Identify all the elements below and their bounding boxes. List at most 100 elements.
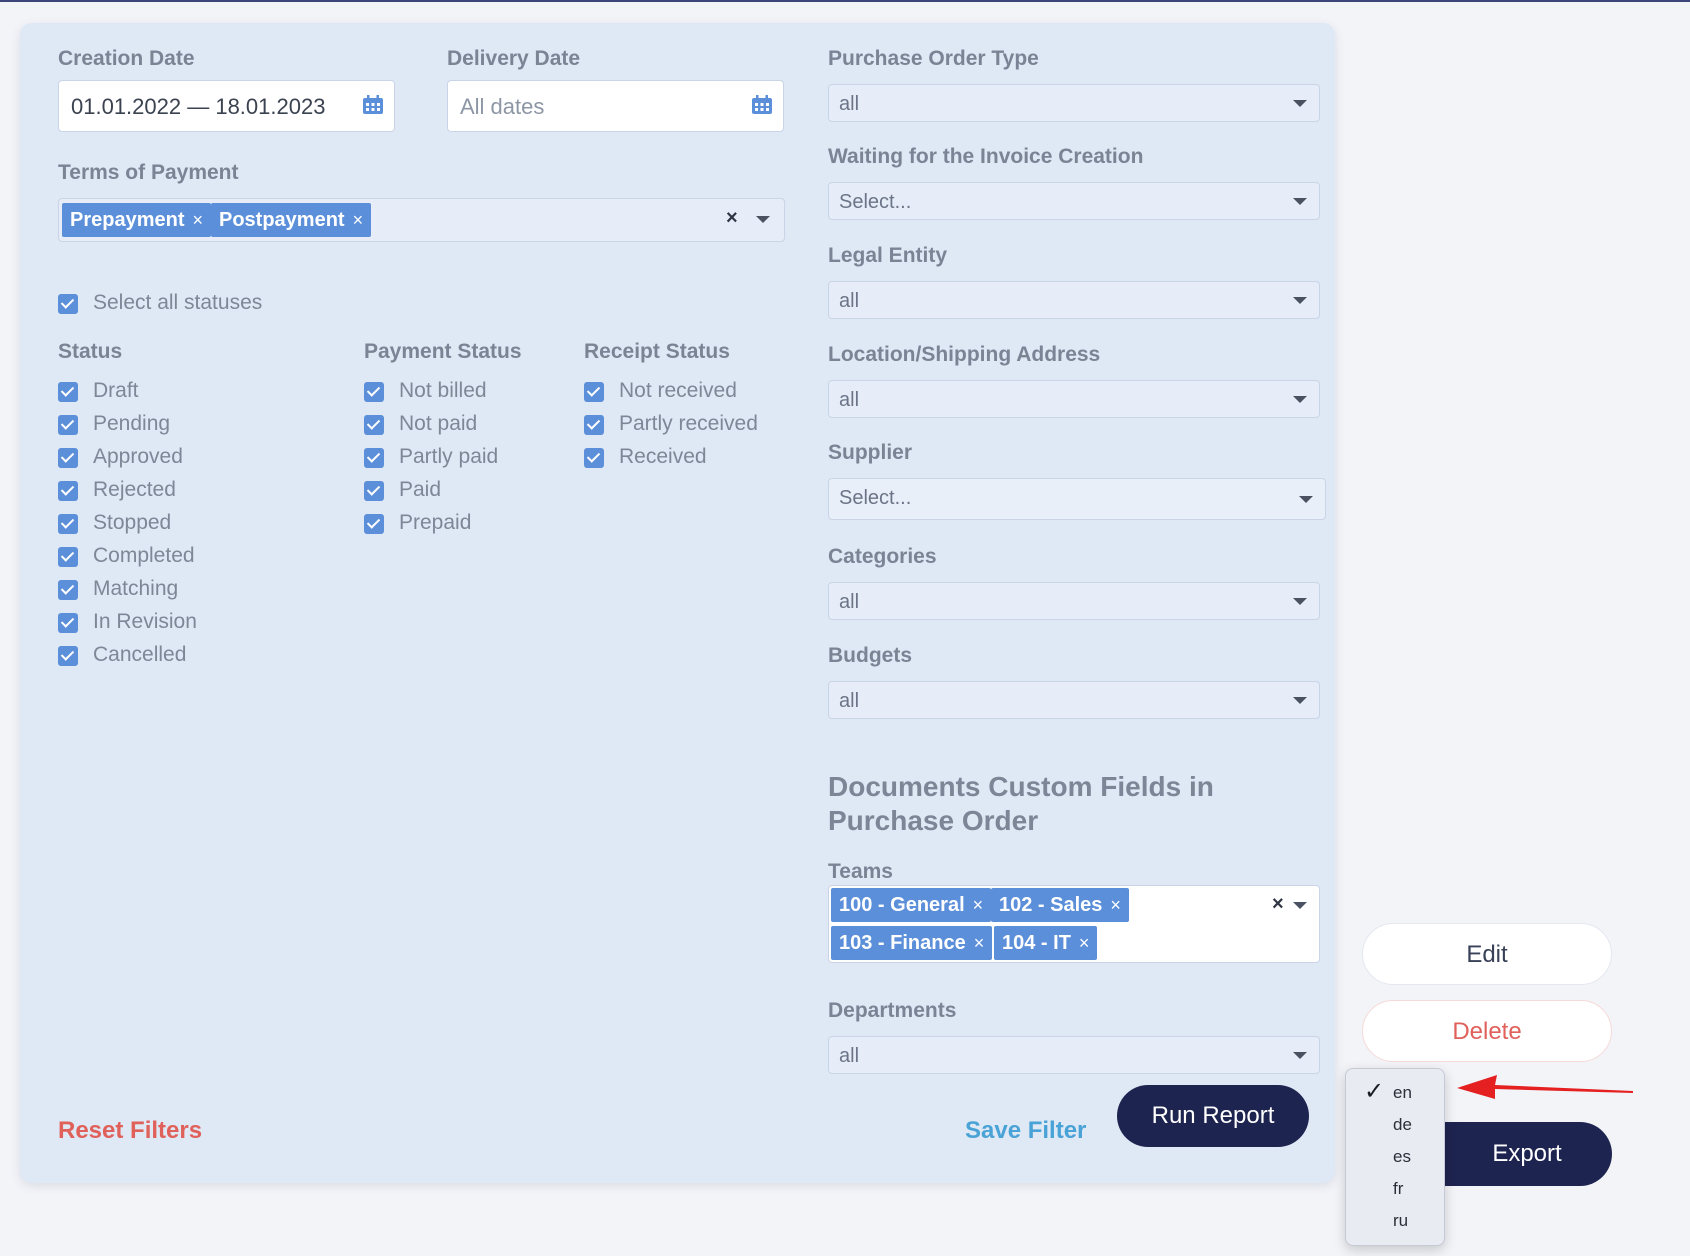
select-value: all (839, 690, 860, 712)
categories-select[interactable]: all (828, 582, 1320, 620)
payment-checkbox-prepaid[interactable] (364, 514, 384, 534)
payment-checkbox-not-paid[interactable] (364, 415, 384, 435)
purchase-order-type-label: Purchase Order Type (828, 47, 1039, 70)
status-label: Status (58, 340, 123, 363)
chevron-down-icon (1293, 396, 1307, 403)
status-checkbox-pending[interactable] (58, 415, 78, 435)
select-value: all (839, 591, 860, 613)
save-filter-link[interactable]: Save Filter (965, 1117, 1086, 1145)
status-label-cancelled: Cancelled (93, 643, 187, 666)
chevron-down-icon (1293, 297, 1307, 304)
tag-label: 103 - Finance (839, 932, 966, 954)
chevron-down-icon[interactable] (1293, 902, 1307, 909)
budgets-select[interactable]: all (828, 681, 1320, 719)
tag-postpayment: Postpayment × (211, 203, 372, 237)
status-label-matching: Matching (93, 577, 179, 600)
chevron-down-icon (1299, 496, 1313, 503)
clear-icon[interactable]: × (726, 207, 738, 230)
status-checkbox-completed[interactable] (58, 547, 78, 567)
teams-label: Teams (828, 860, 893, 883)
receipt-checkbox-received[interactable] (584, 448, 604, 468)
remove-tag-icon[interactable]: × (353, 210, 364, 230)
departments-select[interactable]: all (828, 1036, 1320, 1074)
payment-label-not-paid: Not paid (399, 412, 478, 435)
receipt-checkbox-partly-received[interactable] (584, 415, 604, 435)
status-checkbox-approved[interactable] (58, 448, 78, 468)
chevron-down-icon (1293, 100, 1307, 107)
status-checkbox-draft[interactable] (58, 382, 78, 402)
top-border (0, 0, 1690, 2)
payment-checkbox-not-billed[interactable] (364, 382, 384, 402)
chevron-down-icon[interactable] (756, 216, 770, 223)
status-checkbox-cancelled[interactable] (58, 646, 78, 666)
remove-tag-icon[interactable]: × (1079, 933, 1090, 953)
budgets-label: Budgets (828, 644, 912, 667)
purchase-order-type-select[interactable]: all (828, 84, 1320, 122)
status-checkbox-in-revision[interactable] (58, 613, 78, 633)
tag-label: 104 - IT (1002, 932, 1071, 954)
departments-label: Departments (828, 999, 957, 1022)
receipt-label-partly-received: Partly received (619, 412, 758, 435)
status-checkbox-stopped[interactable] (58, 514, 78, 534)
language-option-es[interactable]: es (1393, 1147, 1411, 1167)
status-label-draft: Draft (93, 379, 139, 402)
legal-entity-label: Legal Entity (828, 244, 948, 267)
tag-label: 102 - Sales (999, 894, 1103, 916)
language-option-de[interactable]: de (1393, 1115, 1412, 1135)
tag-team-104: 104 - IT × (994, 926, 1098, 960)
teams-select[interactable]: 100 - General × 102 - Sales × 103 - Financ… (828, 885, 1320, 963)
delivery-date-input[interactable]: All dates (447, 80, 784, 132)
tag-prepayment: Prepayment × (62, 203, 212, 237)
language-option-ru[interactable]: ru (1393, 1211, 1408, 1231)
location-select[interactable]: all (828, 380, 1320, 418)
payment-label-not-billed: Not billed (399, 379, 487, 402)
reset-filters-link[interactable]: Reset Filters (58, 1117, 202, 1145)
select-value: all (839, 389, 860, 411)
receipt-label-received: Received (619, 445, 707, 468)
tag-team-102: 102 - Sales × (991, 888, 1129, 922)
chevron-down-icon (1293, 1052, 1307, 1059)
remove-tag-icon[interactable]: × (193, 210, 204, 230)
language-option-en[interactable]: en (1393, 1083, 1412, 1103)
select-all-checkbox[interactable] (58, 294, 78, 314)
remove-tag-icon[interactable]: × (973, 895, 984, 915)
status-checkbox-rejected[interactable] (58, 481, 78, 501)
waiting-invoice-label: Waiting for the Invoice Creation (828, 145, 1144, 168)
select-value: Select... (839, 487, 912, 509)
payment-checkbox-partly-paid[interactable] (364, 448, 384, 468)
remove-tag-icon[interactable]: × (1110, 895, 1121, 915)
language-option-fr[interactable]: fr (1393, 1179, 1403, 1199)
tag-team-103: 103 - Finance × (831, 926, 993, 960)
status-checkbox-matching[interactable] (58, 580, 78, 600)
payment-label-paid: Paid (399, 478, 442, 501)
chevron-down-icon (1293, 198, 1307, 205)
receipt-checkbox-not-received[interactable] (584, 382, 604, 402)
receipt-status-label: Receipt Status (584, 340, 730, 363)
language-menu: ✓ en de es fr ru (1345, 1068, 1445, 1246)
status-label-in-revision: In Revision (93, 610, 197, 633)
waiting-invoice-select[interactable]: Select... (828, 182, 1320, 220)
creation-date-input[interactable]: 01.01.2022 — 18.01.2023 (58, 80, 395, 132)
terms-of-payment-label: Terms of Payment (58, 161, 239, 184)
calendar-icon[interactable] (751, 95, 773, 115)
calendar-icon[interactable] (362, 95, 384, 115)
creation-date-label: Creation Date (58, 47, 195, 70)
run-report-button[interactable]: Run Report (1117, 1085, 1309, 1147)
terms-of-payment-select[interactable]: Prepayment × Postpayment × × (58, 198, 785, 242)
receipt-label-not-received: Not received (619, 379, 737, 402)
status-label-stopped: Stopped (93, 511, 172, 534)
select-value: all (839, 1045, 860, 1067)
legal-entity-select[interactable]: all (828, 281, 1320, 319)
arrow-annotation-icon (1457, 1075, 1633, 1099)
remove-tag-icon[interactable]: × (974, 933, 985, 953)
tag-team-100: 100 - General × (831, 888, 992, 922)
delete-button[interactable]: Delete (1362, 1000, 1612, 1062)
payment-checkbox-paid[interactable] (364, 481, 384, 501)
edit-button[interactable]: Edit (1362, 923, 1612, 985)
supplier-select[interactable]: Select... (828, 478, 1326, 520)
export-label: Export (1492, 1140, 1562, 1167)
filter-panel: Creation Date 01.01.2022 — 18.01.2023 De… (20, 23, 1335, 1183)
status-label-approved: Approved (93, 445, 183, 468)
status-label-completed: Completed (93, 544, 195, 567)
clear-icon[interactable]: × (1272, 893, 1284, 916)
